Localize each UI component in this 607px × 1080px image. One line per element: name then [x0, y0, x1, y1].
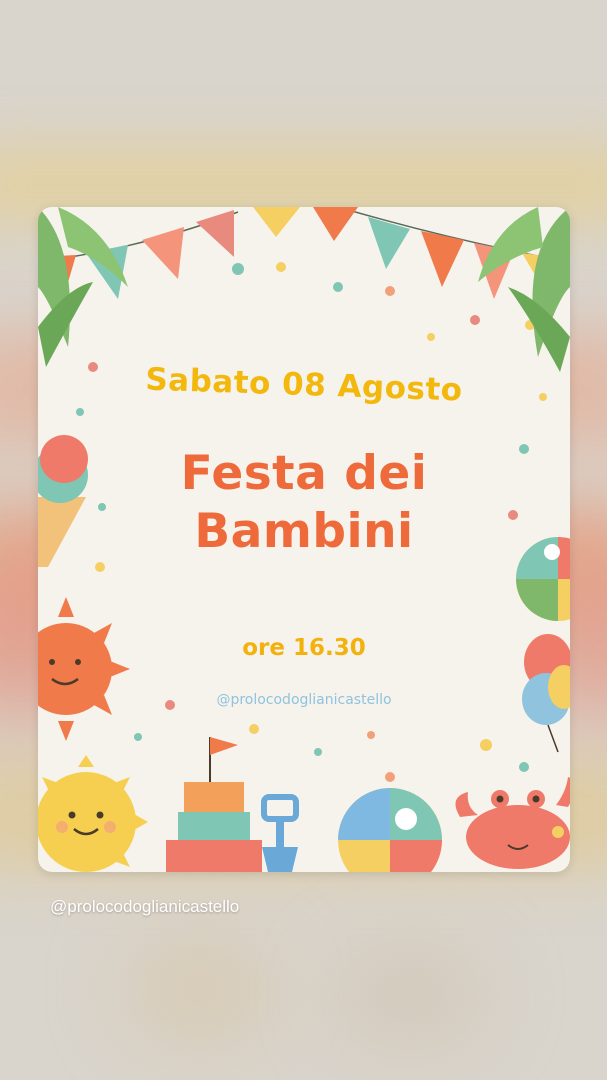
- crab-icon: [455, 777, 570, 869]
- event-title-line1: Festa dei: [180, 446, 428, 501]
- poster-handle: @prolocodoglianicastello: [216, 692, 392, 708]
- story-account-mention[interactable]: @prolocodoglianicastello: [50, 897, 239, 917]
- sun-icon: [38, 755, 148, 872]
- event-time: ore 16.30: [242, 635, 366, 661]
- event-title-line2: Bambini: [194, 504, 414, 559]
- shovel-icon: [261, 794, 299, 872]
- story-poster-card[interactable]: Sabato 08 Agosto Festa dei Bambini ore 1…: [38, 207, 570, 872]
- beach-ball-icon: [338, 788, 442, 872]
- sandcastle-icon: [166, 737, 262, 872]
- sun-icon: [38, 597, 130, 741]
- event-title: Festa dei Bambini: [38, 445, 570, 561]
